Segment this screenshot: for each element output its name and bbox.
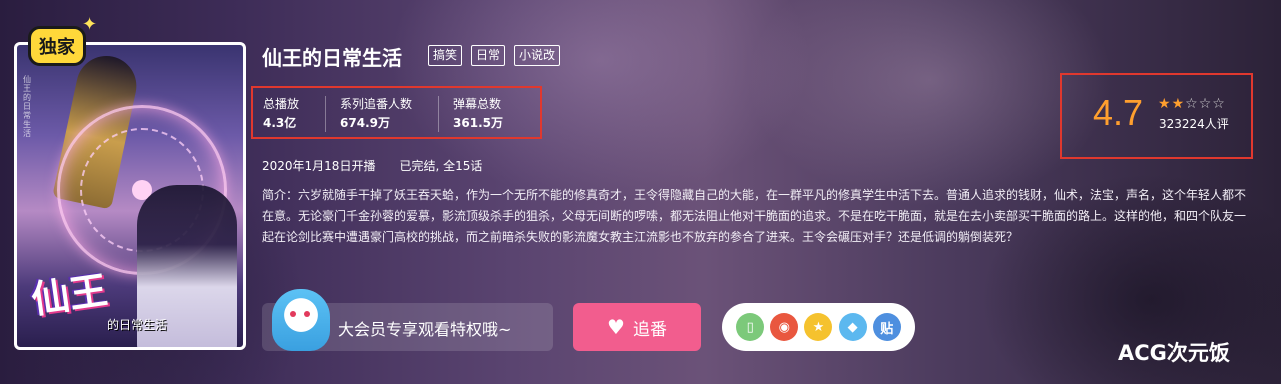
star-filled-icon: ★ — [1171, 96, 1186, 112]
follow-button[interactable]: ♥ 追番 — [573, 303, 701, 351]
stat-followers: 系列追番人数 674.9万 — [340, 96, 440, 132]
meta-info: 2020年1月18日开播 已完结, 全15话 — [262, 157, 482, 174]
stat-value: 361.5万 — [453, 116, 503, 130]
poster-logo: 仙王 — [28, 266, 111, 323]
sparkle-icon: ✦ — [82, 14, 98, 35]
stat-value: 4.3亿 — [263, 116, 297, 130]
phone-icon[interactable]: ▯ — [736, 313, 765, 341]
description: 简介：六岁就随手干掉了妖王吞天蛤，作为一个无所不能的修真奇才，王令得隐藏自己的大… — [262, 188, 1247, 244]
tag[interactable]: 小说改 — [514, 45, 561, 66]
stat-label: 系列追番人数 — [340, 97, 413, 111]
vip-text: 大会员专享观看特权哦~ — [338, 320, 512, 339]
tag[interactable]: 搞笑 — [428, 45, 463, 66]
poster-logo-sub: 的日常生活 — [107, 318, 168, 332]
stats: 总播放 4.3亿 系列追番人数 674.9万 弹幕总数 361.5万 — [263, 96, 543, 132]
star-empty-icon: ☆ — [1198, 96, 1213, 112]
qq-icon[interactable]: ◆ — [838, 313, 867, 341]
watermark: ACG次元饭 — [1118, 341, 1230, 365]
poster-vertical-text: 仙王的日常生活 — [23, 75, 31, 138]
follow-label: 追番 — [632, 319, 667, 340]
share-bar: ▯ ◉ ★ ◆ 贴 — [722, 303, 915, 351]
poster[interactable]: 仙王的日常生活 仙王 的日常生活 — [14, 42, 246, 350]
heart-icon: ♥ — [607, 315, 625, 339]
page-title: 仙王的日常生活 — [262, 46, 402, 70]
rating-stars: ★★☆☆☆ — [1158, 96, 1226, 112]
exclusive-badge: 独家 — [28, 26, 86, 66]
weibo-icon[interactable]: ◉ — [770, 313, 799, 341]
star-empty-icon: ☆ — [1185, 96, 1199, 112]
stat-danmaku: 弹幕总数 361.5万 — [453, 96, 529, 132]
stat-value: 674.9万 — [340, 116, 390, 130]
tieba-icon[interactable]: 贴 — [872, 313, 901, 341]
rating-score: 4.7 — [1093, 92, 1144, 133]
star-empty-icon: ☆ — [1212, 96, 1226, 112]
episode-status: 已完结, 全15话 — [399, 159, 483, 173]
mascot-icon — [272, 289, 330, 351]
stat-label: 弹幕总数 — [453, 97, 502, 111]
vip-banner[interactable]: 大会员专享观看特权哦~ — [262, 289, 553, 351]
qzone-icon[interactable]: ★ — [804, 313, 833, 341]
stat-total-plays: 总播放 4.3亿 — [263, 96, 327, 132]
rating-count: 323224人评 — [1159, 117, 1229, 131]
tag[interactable]: 日常 — [471, 45, 506, 66]
air-date: 2020年1月18日开播 — [262, 159, 376, 173]
tag-list: 搞笑 日常 小说改 — [428, 45, 561, 66]
stat-label: 总播放 — [263, 97, 300, 111]
star-filled-icon: ★ — [1158, 96, 1172, 112]
